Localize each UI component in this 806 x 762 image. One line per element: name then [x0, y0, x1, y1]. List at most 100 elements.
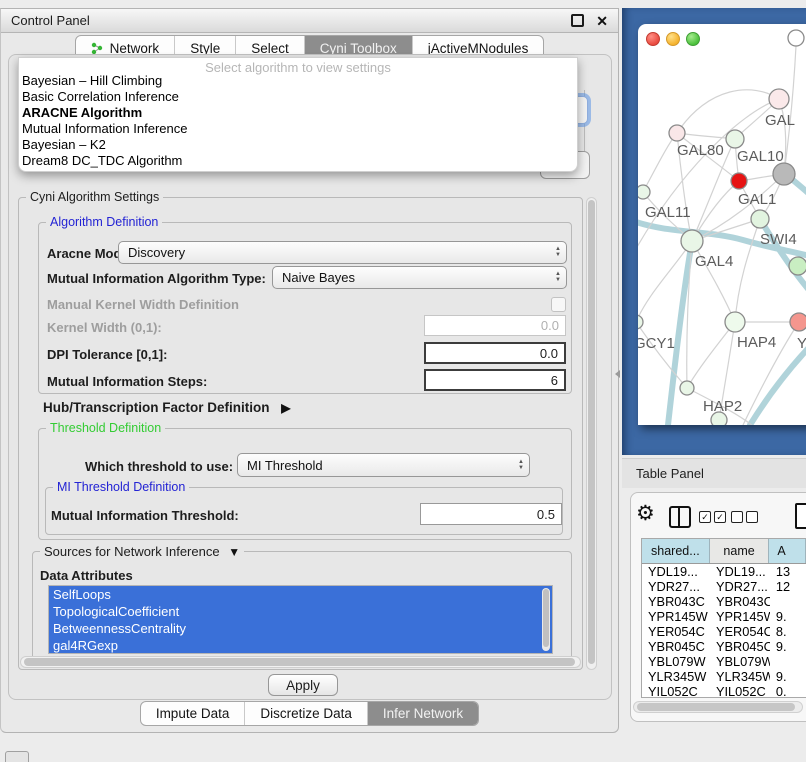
sources-group-title[interactable]: Sources for Network Inference ▼ [40, 544, 244, 559]
cell-name: YBR043C [710, 594, 770, 609]
network-canvas[interactable]: GAL GAL80 GAL10 GAL11 GAL1 SWI4 GAL4 GCY… [638, 24, 806, 425]
bottom-tab-strip: Impute Data Discretize Data Infer Networ… [140, 701, 479, 726]
which-threshold-value: MI Threshold [238, 458, 513, 473]
unchecked-columns-icon[interactable] [731, 511, 758, 523]
cell-shared-name: YBL079W [642, 654, 710, 669]
node-label: GAL11 [645, 204, 691, 221]
mi-type-select[interactable]: Naive Bayes ▲ ▼ [272, 266, 567, 289]
table-row[interactable]: YBL079W YBL079W [642, 654, 806, 669]
cell-value: 9. [770, 639, 806, 654]
node-partial-right[interactable] [789, 257, 806, 275]
node-gcy1[interactable] [638, 315, 643, 329]
node-gal1[interactable] [751, 210, 769, 228]
table-row[interactable]: YER054C YER054C 8. [642, 624, 806, 639]
mi-threshold-label: Mutual Information Threshold: [51, 508, 239, 523]
hub-definition-label: Hub/Transcription Factor Definition [43, 400, 270, 415]
kernel-width-label: Kernel Width (0,1): [47, 320, 162, 335]
mi-steps-field[interactable]: 6 [424, 369, 566, 391]
gear-icon[interactable]: ⚙ [636, 503, 655, 524]
list-item[interactable]: gal4RGexp [49, 637, 552, 654]
kernel-width-field[interactable]: 0.0 [424, 315, 566, 336]
manual-kernel-checkbox[interactable] [551, 297, 566, 312]
node-gray[interactable] [773, 163, 795, 185]
dropdown-item[interactable]: Bayesian – Hill Climbing [22, 73, 162, 89]
dropdown-item[interactable]: Dream8 DC_TDC Algorithm [22, 153, 182, 169]
table-row[interactable]: YPR145W YPR145W 9. [642, 609, 806, 624]
table-horizontal-scrollbar[interactable] [633, 701, 803, 713]
apply-button[interactable]: Apply [268, 674, 338, 696]
node-gal4[interactable] [681, 230, 703, 252]
dropdown-item[interactable]: Bayesian – K2 [22, 137, 106, 153]
cyni-settings-group-title: Cyni Algorithm Settings [26, 190, 163, 204]
node-red[interactable] [731, 173, 747, 189]
sources-title-label: Sources for Network Inference [44, 544, 220, 559]
column-header-partial[interactable]: A [769, 539, 806, 563]
cell-value: 9. [770, 669, 806, 684]
hub-definition-toggle[interactable]: Hub/Transcription Factor Definition ▶ [43, 400, 291, 415]
tab-impute-data[interactable]: Impute Data [141, 702, 246, 725]
triangle-down-icon[interactable]: ▼ [228, 545, 240, 559]
dropdown-item[interactable]: Basic Correlation Inference [22, 89, 179, 105]
column-header-name[interactable]: name [710, 539, 770, 563]
node-hap4[interactable] [725, 312, 745, 332]
settings-horizontal-thumb[interactable] [24, 658, 575, 666]
settings-vertical-thumb[interactable] [588, 200, 595, 664]
dropdown-item[interactable]: Mutual Information Inference [22, 121, 187, 137]
stepper-icon: ▲ ▼ [550, 247, 566, 258]
settings-vertical-scrollbar[interactable] [586, 197, 597, 670]
node-hap2[interactable] [680, 381, 694, 395]
which-threshold-select[interactable]: MI Threshold ▲ ▼ [237, 453, 530, 477]
window-title: Control Panel [11, 13, 90, 28]
triangle-right-icon[interactable]: ▶ [281, 401, 290, 415]
mi-type-value: Naive Bayes [273, 270, 550, 285]
table-row[interactable]: YDR27... YDR27... 12 [642, 579, 806, 594]
cell-name: YPR145W [710, 609, 770, 624]
list-item[interactable]: SelfLoops [49, 586, 552, 603]
tab-infer-network-label: Infer Network [383, 706, 463, 721]
cell-shared-name: YDR27... [642, 579, 710, 594]
node-partial-top[interactable] [788, 30, 804, 46]
list-scrollbar[interactable] [542, 588, 550, 651]
node-gal80[interactable] [669, 125, 685, 141]
aracne-mode-select[interactable]: Discovery ▲ ▼ [118, 241, 567, 264]
tab-discretize-data[interactable]: Discretize Data [245, 702, 368, 725]
table-horizontal-thumb[interactable] [637, 703, 795, 711]
list-scrollbar-thumb[interactable] [543, 589, 549, 647]
checked-columns-icon[interactable]: ✓ ✓ [699, 511, 726, 523]
float-window-icon[interactable] [571, 14, 584, 27]
close-icon[interactable]: ✕ [596, 14, 608, 28]
checkbox-unchecked-icon [731, 511, 743, 523]
table-row[interactable]: YIL052C YIL052C 0. [642, 684, 806, 698]
table-row[interactable]: YBR043C YBR043C [642, 594, 806, 609]
collapsed-panel-button[interactable] [5, 751, 29, 762]
document-icon[interactable] [795, 503, 806, 529]
checkbox-checked-icon: ✓ [699, 511, 711, 523]
list-item[interactable]: BetweennessCentrality [49, 620, 552, 637]
threshold-definition-title: Threshold Definition [46, 421, 165, 435]
node-gal11[interactable] [638, 185, 650, 199]
cell-value: 8. [770, 624, 806, 639]
control-panel-titlebar[interactable]: Control Panel ✕ [1, 9, 618, 33]
node-gal10[interactable] [726, 130, 744, 148]
algorithm-dropdown-popup: Select algorithm to view settings Bayesi… [18, 57, 578, 172]
panel-splitter-handle[interactable] [615, 370, 620, 378]
settings-horizontal-scrollbar[interactable] [20, 656, 581, 668]
node-table: shared... name A YDL19... YDL19... 13 YD… [641, 538, 806, 698]
table-row[interactable]: YDL19... YDL19... 13 [642, 564, 806, 579]
tab-impute-data-label: Impute Data [156, 706, 230, 721]
node-pink-gal[interactable] [769, 89, 789, 109]
stepper-down-icon: ▼ [518, 466, 524, 471]
column-header-shared-name[interactable]: shared... [642, 539, 710, 563]
split-columns-icon[interactable] [669, 506, 691, 528]
tab-infer-network[interactable]: Infer Network [368, 702, 478, 725]
dropdown-item-selected[interactable]: ARACNE Algorithm [22, 105, 142, 121]
cell-value: 12 [770, 579, 806, 594]
mi-type-label: Mutual Information Algorithm Type: [47, 271, 266, 286]
stepper-up-icon: ▲ [518, 460, 524, 465]
list-item[interactable]: TopologicalCoefficient [49, 603, 552, 620]
mi-threshold-field[interactable]: 0.5 [420, 503, 562, 525]
node-salmon[interactable] [790, 313, 806, 331]
table-row[interactable]: YLR345W YLR345W 9. [642, 669, 806, 684]
dpi-tolerance-field[interactable]: 0.0 [424, 342, 566, 364]
table-row[interactable]: YBR045C YBR045C 9. [642, 639, 806, 654]
